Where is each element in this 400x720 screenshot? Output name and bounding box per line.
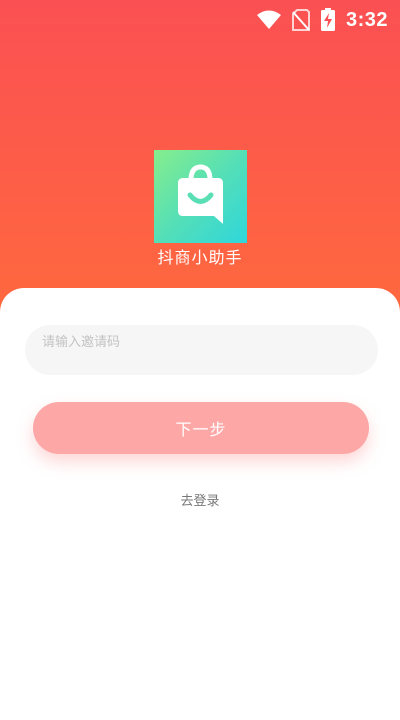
invite-code-screen: 3:32 抖商小助手 下一步 去登录 — [0, 0, 400, 720]
no-sim-icon — [291, 9, 310, 31]
shopping-bag-chat-icon — [178, 164, 223, 224]
status-bar: 3:32 — [0, 0, 400, 40]
app-name: 抖商小助手 — [157, 248, 243, 267]
status-icons: 3:32 — [256, 6, 388, 34]
wifi-icon — [256, 10, 282, 30]
go-login-link[interactable]: 去登录 — [0, 490, 400, 509]
status-time: 3:32 — [345, 8, 388, 31]
form-card: 下一步 去登录 — [0, 288, 400, 720]
next-step-button[interactable]: 下一步 — [33, 402, 369, 454]
app-logo — [154, 150, 247, 243]
battery-charging-icon — [320, 8, 336, 32]
invite-code-input[interactable] — [25, 325, 378, 375]
